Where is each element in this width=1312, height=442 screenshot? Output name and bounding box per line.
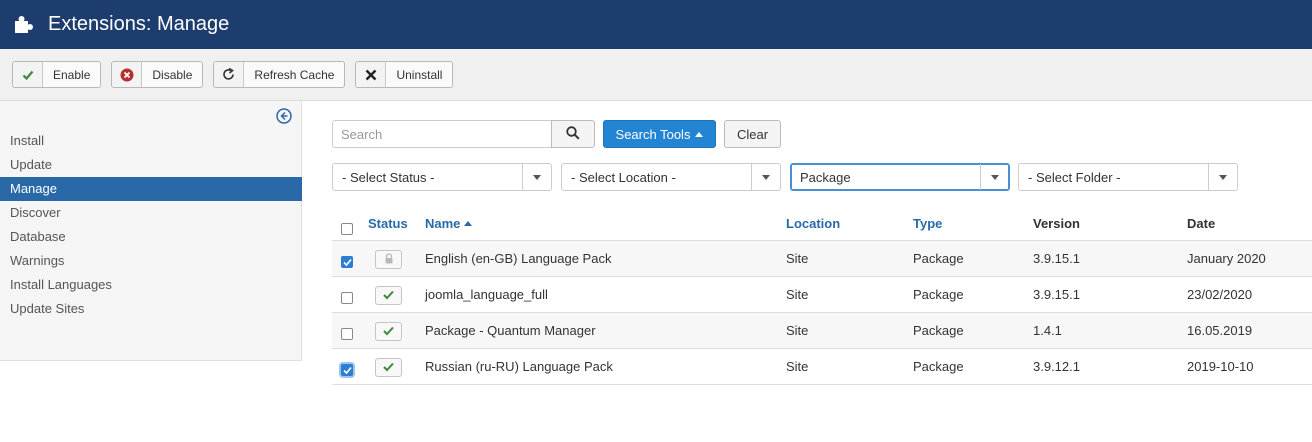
row-checkbox[interactable]: [341, 292, 353, 304]
uninstall-button-label: Uninstall: [396, 67, 443, 82]
sidebar-item-manage[interactable]: Manage: [0, 177, 302, 201]
extension-version: 1.4.1: [1033, 323, 1062, 338]
clear-button[interactable]: Clear: [724, 120, 781, 148]
status-enabled-button[interactable]: [375, 322, 402, 341]
uninstall-button[interactable]: Uninstall: [355, 61, 454, 88]
sidebar-item-warnings[interactable]: Warnings: [0, 249, 302, 273]
status-column-header[interactable]: Status: [368, 207, 408, 241]
search-tools-button[interactable]: Search Tools: [603, 120, 716, 148]
name-column-header[interactable]: Name: [425, 207, 473, 241]
status-filter-value: - Select Status -: [342, 169, 435, 185]
extension-name: Package - Quantum Manager: [425, 323, 596, 338]
extension-version: 3.9.15.1: [1033, 287, 1080, 302]
status-filter[interactable]: - Select Status -: [332, 163, 552, 191]
sidebar-item-install-languages[interactable]: Install Languages: [0, 273, 302, 297]
chevron-down-icon: [1208, 164, 1237, 190]
extension-type: Package: [913, 287, 964, 302]
lock-icon: [384, 252, 394, 267]
table-header: Status Name Location Type Version Date: [332, 207, 1312, 241]
extension-date: January 2020: [1187, 251, 1266, 266]
extension-location: Site: [786, 251, 809, 266]
sidebar-item-database[interactable]: Database: [0, 225, 302, 249]
extension-name: English (en-GB) Language Pack: [425, 251, 612, 266]
x-icon: [356, 62, 387, 87]
row-checkbox[interactable]: [341, 256, 353, 268]
status-locked-button[interactable]: [375, 250, 402, 269]
table-row[interactable]: joomla_language_full Site Package 3.9.15…: [332, 277, 1312, 313]
location-filter-value: - Select Location -: [571, 169, 676, 185]
location-filter[interactable]: - Select Location -: [561, 163, 781, 191]
folder-filter[interactable]: - Select Folder -: [1018, 163, 1238, 191]
extension-version: 3.9.12.1: [1033, 359, 1080, 374]
extension-type: Package: [913, 359, 964, 374]
check-icon: [383, 360, 394, 375]
table-row[interactable]: English (en-GB) Language Pack Site Packa…: [332, 241, 1312, 277]
disable-button-label: Disable: [152, 67, 193, 82]
search-input[interactable]: [332, 120, 552, 148]
toolbar: Enable Disable Refresh Cache Uninstall: [0, 49, 1312, 101]
extension-date: 16.05.2019: [1187, 323, 1253, 338]
extension-name: Russian (ru-RU) Language Pack: [425, 359, 613, 374]
row-checkbox[interactable]: [341, 328, 353, 340]
sort-ascending-icon: [464, 221, 473, 226]
sidebar: Install Update Manage Discover Database …: [0, 101, 302, 361]
enable-button-label: Enable: [53, 67, 91, 82]
app-header: Extensions: Manage: [0, 0, 1312, 49]
joomla-puzzle-icon: [12, 14, 34, 36]
location-column-header[interactable]: Location: [786, 207, 840, 241]
status-enabled-button[interactable]: [375, 358, 402, 377]
version-column-header: Version: [1033, 216, 1080, 231]
sidebar-item-update-sites[interactable]: Update Sites: [0, 297, 302, 321]
check-icon: [383, 324, 394, 339]
date-column-header: Date: [1187, 216, 1216, 231]
check-icon: [383, 288, 394, 303]
folder-filter-value: - Select Folder -: [1028, 169, 1121, 185]
refresh-cache-button[interactable]: Refresh Cache: [213, 61, 346, 88]
circle-x-icon: [112, 62, 143, 87]
collapse-sidebar-icon[interactable]: [276, 108, 292, 124]
extension-date: 2019-10-10: [1187, 359, 1254, 374]
search-tools-label: Search Tools: [615, 126, 691, 142]
extension-version: 3.9.15.1: [1033, 251, 1080, 266]
select-all-checkbox[interactable]: [341, 223, 353, 235]
sidebar-menu: Install Update Manage Discover Database …: [0, 129, 302, 321]
page-title: Extensions: Manage: [48, 13, 230, 35]
table-row[interactable]: Russian (ru-RU) Language Pack Site Packa…: [332, 349, 1312, 385]
extension-type: Package: [913, 323, 964, 338]
extension-name: joomla_language_full: [425, 287, 548, 302]
extension-date: 23/02/2020: [1187, 287, 1253, 302]
chevron-down-icon: [751, 164, 780, 190]
refresh-icon: [214, 62, 245, 87]
table-row[interactable]: Package - Quantum Manager Site Package 1…: [332, 313, 1312, 349]
sidebar-item-install[interactable]: Install: [0, 129, 302, 153]
caret-up-icon: [695, 131, 704, 137]
chevron-down-icon: [980, 164, 1009, 190]
name-column-label: Name: [425, 216, 461, 231]
row-checkbox[interactable]: [341, 364, 353, 376]
status-enabled-button[interactable]: [375, 286, 402, 305]
type-filter-value: Package: [800, 169, 851, 185]
extension-location: Site: [786, 359, 809, 374]
type-filter[interactable]: Package: [790, 163, 1010, 191]
search-button[interactable]: [551, 120, 595, 148]
chevron-down-icon: [522, 164, 551, 190]
enable-button[interactable]: Enable: [12, 61, 102, 88]
check-icon: [13, 62, 43, 87]
extensions-table: Status Name Location Type Version Date E…: [332, 207, 1312, 385]
type-column-header[interactable]: Type: [913, 207, 942, 241]
extension-location: Site: [786, 323, 809, 338]
disable-button[interactable]: Disable: [111, 61, 204, 88]
sidebar-item-discover[interactable]: Discover: [0, 201, 302, 225]
refresh-cache-button-label: Refresh Cache: [254, 67, 335, 82]
extension-type: Package: [913, 251, 964, 266]
search-icon: [566, 125, 580, 143]
extension-location: Site: [786, 287, 809, 302]
sidebar-item-update[interactable]: Update: [0, 153, 302, 177]
